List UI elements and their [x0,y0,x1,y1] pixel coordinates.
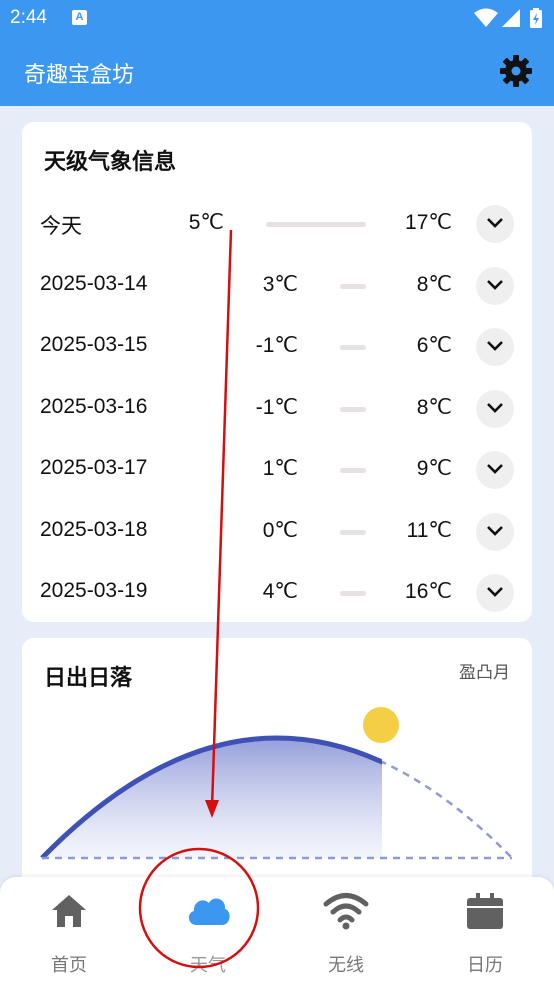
forecast-high: 9℃ [416,457,452,480]
temperature-bar [266,222,366,227]
forecast-card: 天级气象信息 今天 5℃ 17℃ 2025-03-14 3℃ 8℃ 2025-0… [22,122,532,622]
temperature-bar [340,591,366,596]
notification-icon: A [72,10,87,25]
forecast-low: 1℃ [262,457,298,480]
expand-button[interactable] [476,267,514,305]
expand-button[interactable] [476,513,514,551]
wifi-status-icon [474,8,498,27]
nav-label: 天气 [190,955,226,976]
battery-icon [530,8,542,28]
forecast-row: 今天 5℃ 17℃ [22,198,532,248]
nav-weather[interactable]: 天气 [139,877,277,985]
temperature-bar [340,407,366,412]
forecast-row: 2025-03-14 3℃ 8℃ [22,260,532,310]
status-time: 2:44 [10,7,47,28]
home-icon [52,895,86,927]
app-bar: 奇趣宝盒坊 [0,36,554,106]
temperature-bar [340,345,366,350]
forecast-row: 2025-03-19 4℃ 16℃ [22,567,532,617]
forecast-row: 2025-03-18 0℃ 11℃ [22,506,532,556]
forecast-date: 2025-03-16 [40,395,148,418]
forecast-high: 11℃ [406,519,452,542]
forecast-title: 天级气象信息 [44,150,177,175]
expand-button[interactable] [476,451,514,489]
temperature-bar [340,530,366,535]
forecast-row: 2025-03-16 -1℃ 8℃ [22,383,532,433]
app-title: 奇趣宝盒坊 [24,63,135,88]
sun-marker [363,707,399,743]
nav-label: 日历 [467,955,503,976]
forecast-date: 2025-03-15 [40,333,148,356]
forecast-low: 4℃ [262,580,298,603]
forecast-date: 2025-03-19 [40,579,148,602]
temperature-bar [340,468,366,473]
expand-button[interactable] [476,205,514,243]
chevron-down-icon [487,526,503,536]
cloud-icon [188,898,230,925]
nav-label: 无线 [328,955,364,976]
sunrise-card: 日出日落 盈凸月 [22,638,532,898]
forecast-high: 6℃ [416,334,452,357]
forecast-low: -1℃ [255,396,298,419]
forecast-high: 8℃ [416,396,452,419]
chevron-down-icon [487,587,503,597]
moon-phase: 盈凸月 [459,663,510,683]
forecast-date: 2025-03-18 [40,518,148,541]
forecast-low: 0℃ [262,519,298,542]
expand-button[interactable] [476,328,514,366]
bottom-nav: 首页 天气 无线 日历 [0,877,554,985]
expand-button[interactable] [476,574,514,612]
forecast-low: -1℃ [255,334,298,357]
forecast-row: 2025-03-15 -1℃ 6℃ [22,321,532,371]
forecast-row: 2025-03-17 1℃ 9℃ [22,444,532,494]
forecast-date: 今天 [40,215,82,238]
signal-icon [502,9,520,27]
forecast-high: 16℃ [405,580,452,603]
chevron-down-icon [487,341,503,351]
wifi-icon [323,893,369,930]
chevron-down-icon [487,464,503,474]
forecast-low: 3℃ [262,273,298,296]
chevron-down-icon [487,280,503,290]
gear-icon[interactable] [498,53,534,89]
expand-button[interactable] [476,390,514,428]
temperature-bar [340,284,366,289]
nav-calendar[interactable]: 日历 [416,877,554,985]
forecast-date: 2025-03-14 [40,272,148,295]
sun-path-chart [40,707,513,860]
forecast-date: 2025-03-17 [40,456,148,479]
nav-home[interactable]: 首页 [0,877,138,985]
nav-label: 首页 [51,955,87,976]
forecast-high: 8℃ [416,273,452,296]
nav-wireless[interactable]: 无线 [277,877,415,985]
chevron-down-icon [487,403,503,413]
status-bar: 2:44 A [0,0,554,36]
chevron-down-icon [487,218,503,228]
forecast-low: 5℃ [188,211,224,234]
calendar-icon [467,893,503,929]
forecast-high: 17℃ [405,211,452,234]
